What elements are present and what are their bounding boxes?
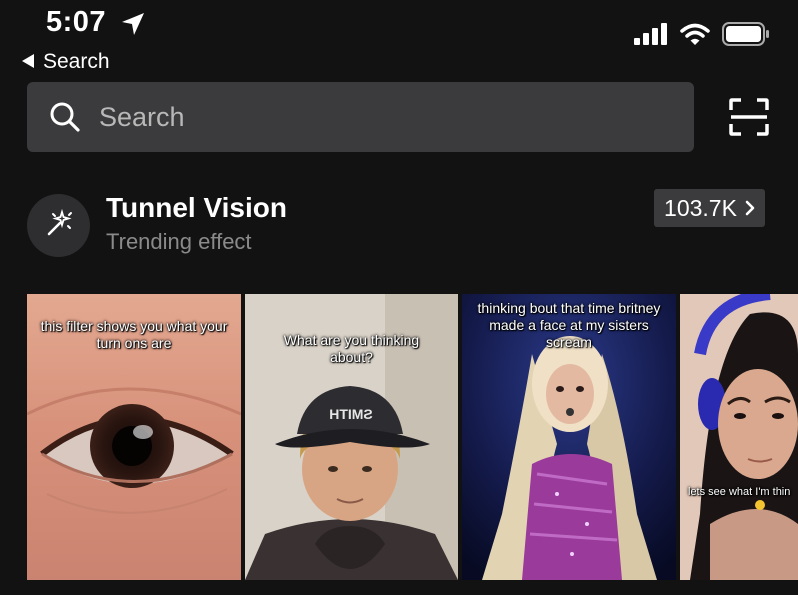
back-label: Search: [43, 50, 110, 73]
magic-wand-icon: [44, 208, 74, 243]
effect-icon-button[interactable]: [27, 194, 90, 257]
effect-subtitle: Trending effect: [106, 229, 252, 254]
search-input[interactable]: [97, 100, 661, 134]
thumbnail-caption: lets see what I'm thin: [688, 486, 791, 498]
cap-text: HTIMƧ: [329, 406, 373, 422]
search-box[interactable]: [27, 82, 694, 152]
location-arrow-icon: [120, 11, 146, 42]
signal-icon: [634, 23, 668, 50]
status-time: 5:07: [46, 6, 107, 38]
video-grid: this filter shows you what your turn ons…: [27, 294, 798, 580]
video-thumbnail[interactable]: this filter shows you what your turn ons…: [27, 294, 241, 580]
search-icon: [49, 101, 81, 133]
scan-icon[interactable]: [729, 98, 769, 141]
wifi-icon: [680, 23, 710, 50]
thumbnail-image: [680, 294, 798, 580]
status-icons: [634, 22, 770, 51]
battery-icon: [722, 22, 770, 51]
chevron-right-icon: [745, 195, 755, 222]
back-triangle-icon: [22, 50, 35, 74]
video-thumbnail[interactable]: thinking bout that time britney made a f…: [462, 294, 676, 580]
thumbnail-caption: What are you thinking about?: [283, 332, 420, 365]
thumbnail-caption: this filter shows you what your turn ons…: [40, 318, 228, 351]
video-count: 103.7K: [664, 194, 737, 221]
video-thumbnail[interactable]: HTIMƧ What are you thinking about?: [245, 294, 458, 580]
video-count-button[interactable]: 103.7K: [654, 189, 765, 227]
back-to-search-link[interactable]: Search: [22, 50, 110, 74]
status-bar: 5:07: [0, 0, 798, 50]
effect-title: Tunnel Vision: [106, 192, 287, 223]
thumbnail-caption: thinking bout that time britney made a f…: [477, 300, 661, 350]
video-thumbnail[interactable]: lets see what I'm thin: [680, 294, 798, 580]
